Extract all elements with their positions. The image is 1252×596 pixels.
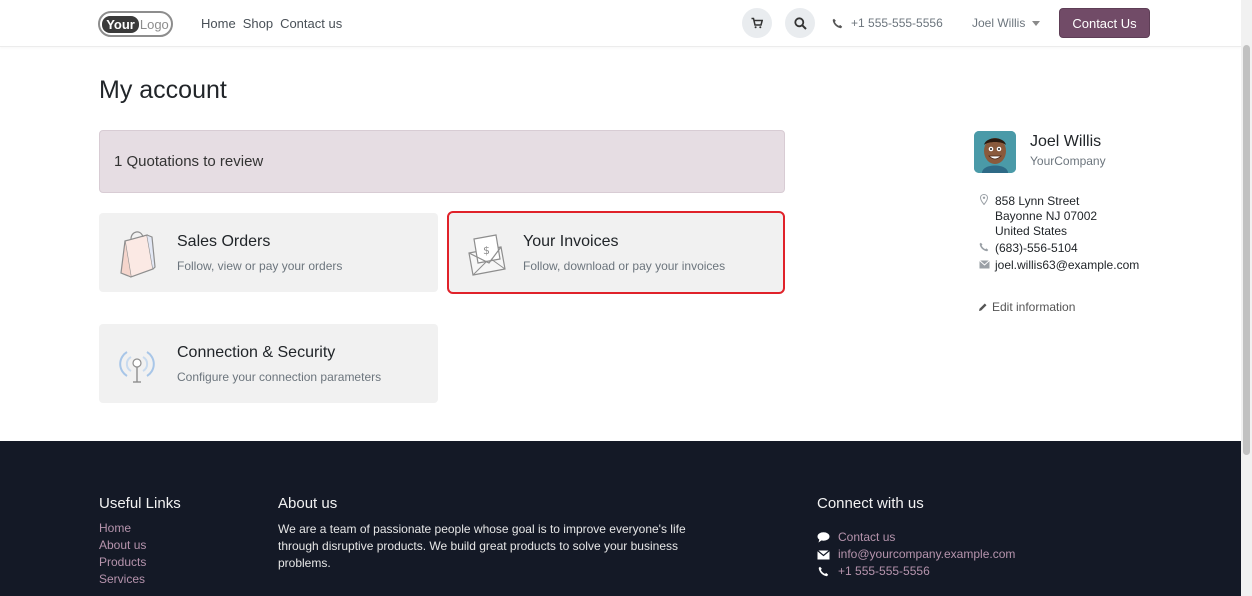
sales-orders-desc: Follow, view or pay your orders bbox=[177, 259, 343, 273]
useful-links-list: Home About us Products Services bbox=[99, 520, 146, 588]
avatar-image bbox=[974, 131, 1016, 173]
address-line-3: United States bbox=[995, 224, 1068, 238]
user-menu-dropdown[interactable]: Joel Willis bbox=[972, 16, 1041, 30]
contact-details: 858 Lynn Street Bayonne NJ 07002 United … bbox=[979, 193, 1140, 273]
nav-shop[interactable]: Shop bbox=[243, 16, 273, 31]
map-marker-icon bbox=[979, 193, 989, 239]
useful-links-heading: Useful Links bbox=[99, 495, 181, 512]
connection-security-desc: Configure your connection parameters bbox=[177, 370, 382, 384]
connect-contact-text: Contact us bbox=[838, 530, 896, 544]
quotations-alert[interactable]: 1 Quotations to review bbox=[99, 130, 785, 193]
profile-phone: (683)-556-5104 bbox=[995, 241, 1078, 255]
header-phone[interactable]: +1 555-555-5556 bbox=[832, 16, 943, 30]
connect-email[interactable]: info@yourcompany.example.com bbox=[817, 546, 1015, 563]
envelope-icon bbox=[817, 549, 830, 559]
your-invoices-title: Your Invoices bbox=[523, 233, 619, 250]
header-phone-text: +1 555-555-5556 bbox=[851, 16, 943, 30]
phone-icon bbox=[832, 18, 843, 28]
chevron-down-icon bbox=[1032, 20, 1041, 26]
edit-information-text: Edit information bbox=[992, 300, 1076, 314]
cart-button[interactable] bbox=[742, 8, 772, 38]
connect-heading: Connect with us bbox=[817, 495, 924, 512]
svg-text:$: $ bbox=[483, 244, 490, 257]
site-footer: Useful Links Home About us Products Serv… bbox=[0, 441, 1241, 596]
footer-link-about-us[interactable]: About us bbox=[99, 537, 146, 554]
sales-orders-title: Sales Orders bbox=[177, 233, 271, 250]
logo-light-text: Logo bbox=[139, 16, 169, 32]
search-button[interactable] bbox=[785, 8, 815, 38]
page-title: My account bbox=[99, 76, 227, 104]
profile-company: YourCompany bbox=[1030, 154, 1106, 168]
sales-orders-card[interactable]: Sales Orders Follow, view or pay your or… bbox=[99, 213, 438, 292]
contact-us-button[interactable]: Contact Us bbox=[1059, 8, 1150, 38]
phone-icon bbox=[818, 566, 829, 577]
search-icon bbox=[793, 16, 807, 30]
about-us-heading: About us bbox=[278, 495, 338, 512]
phone-icon bbox=[979, 241, 989, 256]
user-name: Joel Willis bbox=[972, 16, 1026, 30]
your-invoices-desc: Follow, download or pay your invoices bbox=[523, 259, 726, 273]
connect-list: Contact us info@yourcompany.example.com … bbox=[817, 529, 1015, 580]
about-us-text: We are a team of passionate people whose… bbox=[278, 522, 686, 570]
address-line-2: Bayonne NJ 07002 bbox=[995, 209, 1098, 223]
invoice-envelope-icon: $ bbox=[468, 234, 506, 276]
connect-phone[interactable]: +1 555-555-5556 bbox=[817, 563, 1015, 580]
shopping-bag-icon bbox=[120, 231, 156, 278]
comment-icon bbox=[817, 532, 830, 543]
nav-contact-us[interactable]: Contact us bbox=[280, 16, 342, 31]
avatar bbox=[974, 131, 1016, 173]
profile-name: Joel Willis bbox=[1030, 133, 1102, 150]
connect-contact[interactable]: Contact us bbox=[817, 529, 1015, 546]
scrollbar-thumb[interactable] bbox=[1243, 45, 1250, 455]
antenna-signal-icon bbox=[119, 351, 155, 383]
cart-icon bbox=[751, 17, 763, 29]
main-nav: Home Shop Contact us bbox=[201, 16, 342, 31]
connect-email-text: info@yourcompany.example.com bbox=[838, 547, 1016, 561]
footer-link-services[interactable]: Services bbox=[99, 571, 146, 588]
edit-information-link[interactable]: Edit information bbox=[978, 300, 1075, 314]
connection-security-title: Connection & Security bbox=[177, 344, 336, 361]
footer-link-home[interactable]: Home bbox=[99, 520, 146, 537]
address-line-1: 858 Lynn Street bbox=[995, 194, 1080, 208]
pencil-icon bbox=[979, 303, 987, 311]
envelope-icon bbox=[979, 258, 990, 273]
quotations-alert-text: 1 Quotations to review bbox=[114, 153, 264, 170]
site-logo[interactable]: Your Logo bbox=[98, 11, 173, 37]
connection-security-card[interactable]: Connection & Security Configure your con… bbox=[99, 324, 438, 403]
connect-phone-text: +1 555-555-5556 bbox=[838, 564, 930, 578]
page-scrollbar[interactable] bbox=[1241, 0, 1252, 596]
logo-bold-text: Your bbox=[102, 15, 139, 33]
nav-home[interactable]: Home bbox=[201, 16, 236, 31]
site-header: Your Logo Home Shop Contact us +1 555-55… bbox=[0, 0, 1241, 47]
footer-link-products[interactable]: Products bbox=[99, 554, 146, 571]
your-invoices-card[interactable]: $ Your Invoices Follow, download or pay … bbox=[447, 211, 785, 294]
profile-email: joel.willis63@example.com bbox=[995, 258, 1140, 272]
